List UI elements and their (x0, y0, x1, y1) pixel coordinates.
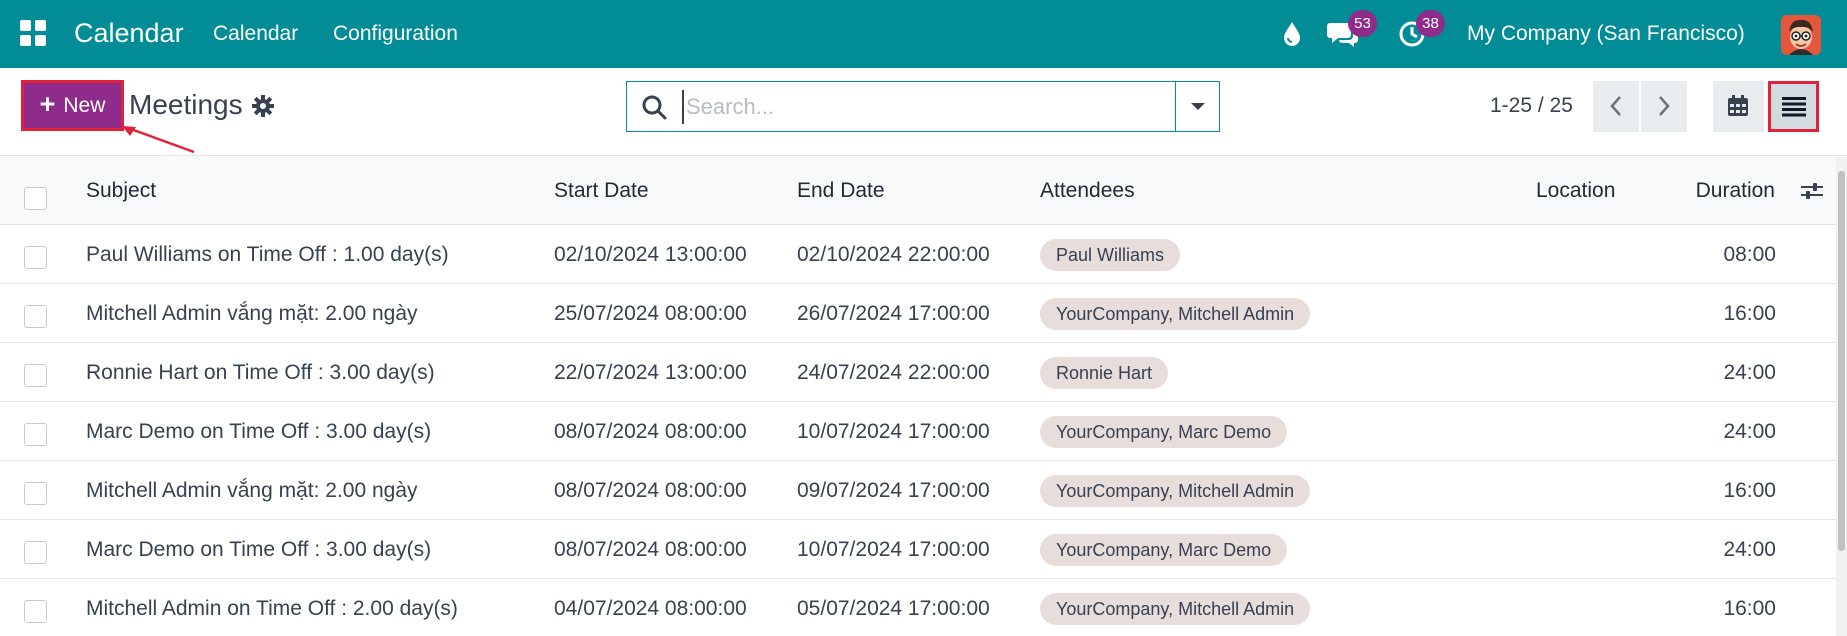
cell-subject: Marc Demo on Time Off : 3.00 day(s) (86, 420, 432, 443)
table-row[interactable]: Mitchell Admin vắng mặt: 2.00 ngày 08/07… (0, 461, 1836, 520)
company-switcher[interactable]: My Company (San Francisco) (1467, 22, 1745, 46)
calendar-icon (1728, 95, 1748, 116)
row-checkbox[interactable] (24, 364, 47, 387)
cell-duration: 24:00 (1723, 538, 1776, 561)
cell-subject: Ronnie Hart on Time Off : 3.00 day(s) (86, 361, 435, 384)
cell-subject: Mitchell Admin vắng mặt: 2.00 ngày (86, 302, 418, 325)
cell-start-date: 08/07/2024 08:00:00 (554, 420, 747, 443)
cell-end-date: 05/07/2024 17:00:00 (797, 597, 990, 620)
control-panel: + New Meetings 1-25 / 25 (0, 68, 1847, 156)
row-checkbox[interactable] (24, 305, 47, 328)
cell-subject: Mitchell Admin on Time Off : 2.00 day(s) (86, 597, 458, 620)
messages-count-badge: 53 (1348, 10, 1377, 37)
header-start-date[interactable]: Start Date (554, 179, 649, 203)
pager-previous-button[interactable] (1593, 81, 1639, 132)
cell-duration: 16:00 (1723, 479, 1776, 502)
calendar-view-button[interactable] (1713, 81, 1764, 132)
table-row[interactable]: Marc Demo on Time Off : 3.00 day(s) 08/0… (0, 520, 1836, 579)
caret-down-icon (1191, 103, 1205, 110)
chevron-left-icon (1610, 96, 1621, 116)
cell-end-date: 10/07/2024 17:00:00 (797, 538, 990, 561)
app-name[interactable]: Calendar (74, 16, 184, 50)
menu-calendar[interactable]: Calendar (213, 22, 298, 46)
cell-duration: 16:00 (1723, 302, 1776, 325)
top-navbar: Calendar Calendar Configuration 53 38 My… (0, 0, 1847, 68)
meetings-table: Subject Start Date End Date Attendees Lo… (0, 157, 1836, 636)
header-attendees[interactable]: Attendees (1040, 179, 1135, 203)
header-duration[interactable]: Duration (1696, 179, 1775, 203)
cell-start-date: 08/07/2024 08:00:00 (554, 479, 747, 502)
page-title: Meetings (129, 89, 243, 120)
new-button[interactable]: + New (21, 80, 124, 131)
header-location[interactable]: Location (1536, 179, 1615, 203)
gear-icon[interactable] (252, 95, 274, 122)
user-avatar[interactable] (1781, 15, 1821, 55)
table-row[interactable]: Marc Demo on Time Off : 3.00 day(s) 08/0… (0, 402, 1836, 461)
annotation-arrow (122, 126, 195, 154)
sliders-icon[interactable] (1800, 181, 1824, 206)
cell-start-date: 25/07/2024 08:00:00 (554, 302, 747, 325)
droplet-icon[interactable] (1282, 21, 1302, 52)
attendees-tag[interactable]: YourCompany, Marc Demo (1040, 534, 1288, 566)
search-icon (641, 94, 667, 125)
plus-icon: + (39, 88, 56, 119)
cell-subject: Mitchell Admin vắng mặt: 2.00 ngày (86, 479, 418, 502)
scrollbar-thumb[interactable] (1838, 171, 1845, 551)
cell-start-date: 08/07/2024 08:00:00 (554, 538, 747, 561)
cell-subject: Paul Williams on Time Off : 1.00 day(s) (86, 243, 449, 266)
apps-grid-icon[interactable] (20, 20, 46, 46)
chevron-right-icon (1659, 96, 1670, 116)
cell-duration: 08:00 (1723, 243, 1776, 266)
table-row[interactable]: Ronnie Hart on Time Off : 3.00 day(s) 22… (0, 343, 1836, 402)
cell-duration: 16:00 (1723, 597, 1776, 620)
cell-duration: 24:00 (1723, 420, 1776, 443)
cell-start-date: 02/10/2024 13:00:00 (554, 243, 747, 266)
cell-end-date: 02/10/2024 22:00:00 (797, 243, 990, 266)
select-all-checkbox[interactable] (24, 187, 47, 210)
table-row[interactable]: Paul Williams on Time Off : 1.00 day(s) … (0, 225, 1836, 284)
header-subject[interactable]: Subject (86, 179, 156, 203)
cell-start-date: 22/07/2024 13:00:00 (554, 361, 747, 384)
attendees-tag[interactable]: YourCompany, Mitchell Admin (1040, 475, 1311, 507)
cell-subject: Marc Demo on Time Off : 3.00 day(s) (86, 538, 432, 561)
attendees-tag[interactable]: Paul Williams (1040, 239, 1181, 271)
list-icon (1782, 97, 1806, 117)
header-end-date[interactable]: End Date (797, 179, 885, 203)
new-button-label: New (63, 93, 106, 117)
cell-end-date: 10/07/2024 17:00:00 (797, 420, 990, 443)
menu-configuration[interactable]: Configuration (333, 22, 458, 46)
row-checkbox[interactable] (24, 541, 47, 564)
search-input[interactable] (682, 90, 1152, 124)
activities-count-badge: 38 (1416, 10, 1445, 37)
pager-next-button[interactable] (1641, 81, 1687, 132)
list-view-button[interactable] (1768, 81, 1819, 132)
cell-start-date: 04/07/2024 08:00:00 (554, 597, 747, 620)
row-checkbox[interactable] (24, 482, 47, 505)
table-row[interactable]: Mitchell Admin vắng mặt: 2.00 ngày 25/07… (0, 284, 1836, 343)
table-row[interactable]: Mitchell Admin on Time Off : 2.00 day(s)… (0, 579, 1836, 636)
attendees-tag[interactable]: YourCompany, Marc Demo (1040, 416, 1288, 448)
table-header: Subject Start Date End Date Attendees Lo… (0, 157, 1836, 225)
row-checkbox[interactable] (24, 246, 47, 269)
search-options-toggle[interactable] (1175, 82, 1219, 131)
attendees-tag[interactable]: YourCompany, Mitchell Admin (1040, 593, 1311, 625)
pager-value[interactable]: 1-25 / 25 (1490, 94, 1573, 118)
cell-end-date: 24/07/2024 22:00:00 (797, 361, 990, 384)
cell-end-date: 09/07/2024 17:00:00 (797, 479, 990, 502)
attendees-tag[interactable]: YourCompany, Mitchell Admin (1040, 298, 1311, 330)
row-checkbox[interactable] (24, 600, 47, 623)
vertical-scrollbar[interactable] (1836, 157, 1847, 636)
search-bar (626, 81, 1220, 132)
attendees-tag[interactable]: Ronnie Hart (1040, 357, 1169, 389)
cell-end-date: 26/07/2024 17:00:00 (797, 302, 990, 325)
cell-duration: 24:00 (1723, 361, 1776, 384)
row-checkbox[interactable] (24, 423, 47, 446)
